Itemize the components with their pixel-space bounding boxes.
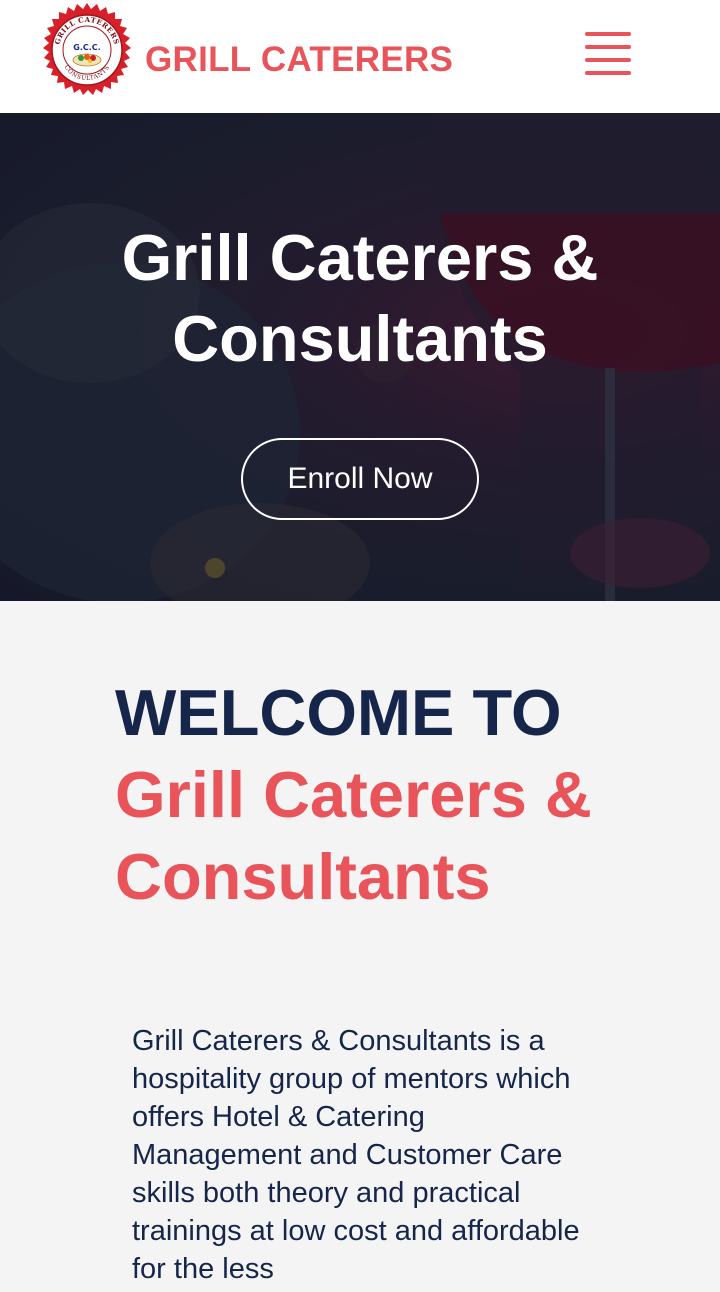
company-name-line2: Consultants xyxy=(115,840,491,913)
welcome-heading: WELCOME TO Grill Caterers & Consultants xyxy=(115,672,695,918)
hero-title: Grill Caterers & Consultants xyxy=(121,221,599,375)
enroll-now-button[interactable]: Enroll Now xyxy=(241,438,479,520)
brand-name[interactable]: GRILL CATERERS xyxy=(145,40,453,80)
company-name-line1: Grill Caterers & xyxy=(115,758,592,831)
hero-banner: Grill Caterers & Consultants Enroll Now xyxy=(0,113,720,601)
about-paragraph: Grill Caterers & Consultants is a hospit… xyxy=(132,1025,580,1285)
site-header: GRILL CATERERS CONSULTANTS G.C.C. GRILL … xyxy=(0,0,720,113)
logo-center-text: G.C.C. xyxy=(73,43,100,52)
welcome-line: WELCOME TO xyxy=(115,676,562,749)
logo-seal-icon: GRILL CATERERS CONSULTANTS G.C.C. xyxy=(43,3,131,95)
brand-logo[interactable]: GRILL CATERERS CONSULTANTS G.C.C. xyxy=(39,2,135,98)
hamburger-menu-icon[interactable] xyxy=(584,30,632,80)
